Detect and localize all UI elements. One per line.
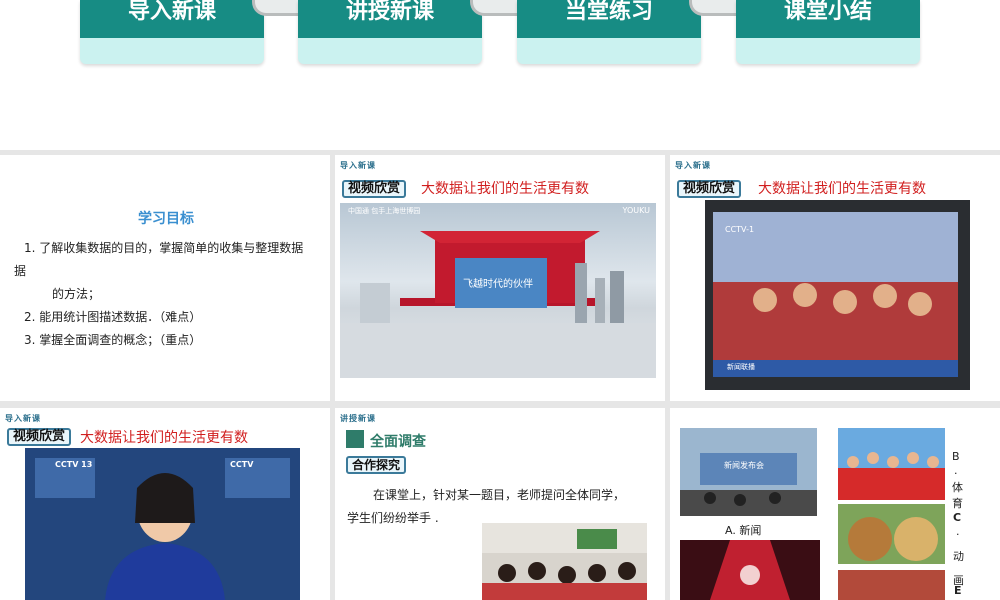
press-conference-photo bbox=[680, 428, 817, 516]
slide-title: 大数据让我们的生活更有数 bbox=[80, 430, 248, 446]
nav-button-summary[interactable]: 课堂小结 bbox=[736, 0, 920, 64]
nav-button-lecture-label: 讲授新课 bbox=[298, 0, 482, 38]
nav-button-lecture[interactable]: 讲授新课 bbox=[298, 0, 482, 64]
option-e-label: E bbox=[954, 584, 962, 597]
nav-button-intro-label: 导入新课 bbox=[80, 0, 264, 38]
objective-item-3: 3. 掌握全面调查的概念；（重点） bbox=[24, 333, 202, 347]
objective-item-2: 2. 能用统计图描述数据．（难点） bbox=[24, 310, 202, 324]
objective-item-1: 1. 了解收集数据的目的，掌握简单的收集与整理数据 bbox=[24, 241, 304, 255]
channel-logo: CCTV 13 bbox=[55, 460, 93, 469]
survey-paragraph-line-1: 在课堂上，针对某一题目，老师提问全体同学， bbox=[373, 488, 626, 502]
channel-logo-2: CCTV bbox=[230, 460, 254, 469]
option-b-text-1: 体 bbox=[952, 481, 963, 494]
section-tag: 讲授新课 bbox=[340, 414, 376, 423]
cartoon-bears-photo bbox=[838, 504, 945, 564]
slide-thumbnail-survey[interactable]: 讲授新课 全面调查 合作探究 在课堂上，针对某一题目，老师提问全体同学， 学生们… bbox=[335, 408, 665, 600]
banner-text: 飞越时代的伙伴 bbox=[463, 279, 533, 290]
explore-badge: 合作探究 bbox=[346, 456, 407, 474]
option-b-dot: . bbox=[954, 464, 958, 477]
objective-item-1-cont: 的方法； bbox=[52, 287, 101, 301]
survey-paragraph-line-2: 学生们纷纷举手 . bbox=[347, 511, 439, 525]
slide-title: 大数据让我们的生活更有数 bbox=[758, 181, 926, 197]
slide-thumbnail-video-2[interactable]: 导入新课 视频欣赏 大数据让我们的生活更有数 CCTV-1 新闻联播 bbox=[670, 155, 1000, 401]
objectives-title: 学习目标 bbox=[138, 211, 194, 227]
nav-button-intro[interactable]: 导入新课 bbox=[80, 0, 264, 64]
video-badge: 视频欣赏 bbox=[342, 180, 407, 198]
classroom-image[interactable] bbox=[482, 523, 647, 600]
option-sports-image[interactable] bbox=[838, 428, 945, 500]
section-tag: 导入新课 bbox=[5, 414, 41, 423]
nav-button-practice[interactable]: 当堂练习 bbox=[517, 0, 701, 64]
nav-button-practice-label: 当堂练习 bbox=[517, 0, 701, 38]
objective-item-1-wrap: 据 bbox=[14, 264, 27, 278]
news-anchor-image bbox=[25, 448, 300, 600]
section-heading: 全面调查 bbox=[370, 434, 426, 450]
top-nav-area: 导入新课 讲授新课 当堂练习 课堂小结 bbox=[0, 0, 1000, 150]
slide-title: 大数据让我们的生活更有数 bbox=[421, 181, 589, 197]
video-frame-projection[interactable]: CCTV-1 新闻联播 bbox=[705, 200, 970, 390]
option-b-label: B bbox=[952, 450, 960, 463]
video-badge: 视频欣赏 bbox=[677, 180, 742, 198]
nav-button-summary-label: 课堂小结 bbox=[736, 0, 920, 38]
option-news-image[interactable]: 新闻发布会 bbox=[680, 428, 817, 516]
option-animation-image[interactable] bbox=[838, 504, 945, 564]
stage-show-photo bbox=[680, 540, 820, 600]
section-tag: 导入新课 bbox=[340, 161, 376, 170]
video-badge: 视频欣赏 bbox=[7, 428, 72, 446]
expo-pavilion-image bbox=[340, 231, 656, 378]
channel-logo: CCTV-1 bbox=[725, 225, 755, 234]
slide-thumbnail-video-1[interactable]: 导入新课 视频欣赏 大数据让我们的生活更有数 飞越时代的伙伴 YOUKU 中国通… bbox=[335, 155, 665, 401]
option-show-image[interactable] bbox=[680, 540, 820, 600]
video-frame-anchor[interactable]: CCTV 13 CCTV bbox=[25, 448, 300, 600]
press-banner-text: 新闻发布会 bbox=[724, 461, 764, 470]
option-b-text-2: 育 bbox=[952, 497, 963, 510]
option-c-text-1: 动 bbox=[953, 550, 964, 563]
heading-square-icon bbox=[346, 430, 364, 448]
video-frame-expo[interactable]: 飞越时代的伙伴 YOUKU 中国通 包手上海世博园 bbox=[340, 203, 656, 378]
youku-watermark: YOUKU bbox=[622, 206, 651, 215]
option-e-image[interactable] bbox=[838, 570, 945, 600]
option-c-dot: · bbox=[956, 528, 960, 541]
slide-thumbnail-video-3[interactable]: 导入新课 视频欣赏 大数据让我们的生活更有数 CCTV 13 CCTV bbox=[0, 408, 330, 600]
slide-thumbnail-options[interactable]: 新闻发布会 A. 新闻 B . 体 育 C · 动 画 E bbox=[670, 408, 1000, 600]
option-a-label: A. 新闻 bbox=[725, 524, 762, 537]
news-logo: 新闻联播 bbox=[727, 363, 755, 371]
slide-thumbnail-objectives[interactable]: 学习目标 1. 了解收集数据的目的，掌握简单的收集与整理数据 据 的方法； 2.… bbox=[0, 155, 330, 401]
broadcast-logo: 中国通 包手上海世博园 bbox=[348, 207, 421, 215]
volleyball-team-photo bbox=[838, 428, 945, 500]
classroom-photo bbox=[482, 523, 647, 600]
section-tag: 导入新课 bbox=[675, 161, 711, 170]
option-c-label: C bbox=[953, 511, 962, 524]
